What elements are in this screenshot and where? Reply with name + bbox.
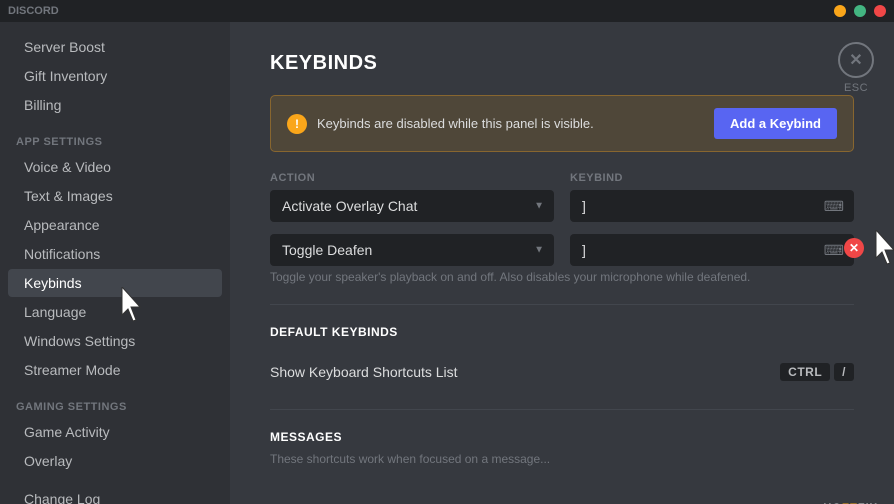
sidebar-item-server-boost[interactable]: Server Boost: [8, 33, 222, 61]
default-keybind-row-1: Show Keyboard Shortcuts List CTRL /: [270, 355, 854, 389]
action-select-1-wrapper: Activate Overlay Chat Toggle Deafen Togg…: [270, 190, 554, 222]
app-title: DISCORD: [8, 5, 59, 17]
key-ctrl: CTRL: [780, 363, 830, 381]
sidebar-item-notifications[interactable]: Notifications: [8, 240, 222, 268]
keybind-input-2[interactable]: [570, 234, 854, 266]
app-settings-label: APP SETTINGS: [0, 120, 230, 152]
main-content: ✕ ESC KEYBINDS ! Keybinds are disabled w…: [230, 22, 894, 504]
close-button[interactable]: ✕: [874, 5, 886, 17]
warning-text: Keybinds are disabled while this panel i…: [317, 116, 704, 131]
sidebar-item-voice-video[interactable]: Voice & Video: [8, 153, 222, 181]
page-title: KEYBINDS: [270, 52, 854, 75]
keybind-row-2: Activate Overlay Chat Toggle Deafen Togg…: [270, 234, 854, 266]
toggle-description: Toggle your speaker's playback on and of…: [270, 270, 854, 284]
keyboard-icon-2: ⌨: [824, 242, 844, 259]
sidebar-item-text-images[interactable]: Text & Images: [8, 182, 222, 210]
maximize-button[interactable]: □: [854, 5, 866, 17]
messages-title: MESSAGES: [270, 430, 854, 444]
keybind-badge-1: CTRL /: [780, 363, 854, 381]
default-keybind-label-1: Show Keyboard Shortcuts List: [270, 364, 458, 380]
messages-desc: These shortcuts work when focused on a m…: [270, 452, 854, 466]
default-keybinds-title: DEFAULT KEYBINDS: [270, 304, 854, 339]
close-circle-icon[interactable]: ✕: [838, 42, 874, 78]
sidebar-item-change-log[interactable]: Change Log: [8, 485, 222, 504]
sidebar-item-overlay[interactable]: Overlay: [8, 447, 222, 475]
keyboard-icon-1: ⌨: [824, 198, 844, 215]
esc-label: ESC: [844, 82, 868, 94]
keybind-row-2-container: Activate Overlay Chat Toggle Deafen Togg…: [270, 234, 854, 266]
warning-icon: !: [287, 114, 307, 134]
keybind-col-header: KEYBIND: [570, 172, 854, 184]
sidebar-item-language[interactable]: Language: [8, 298, 222, 326]
gaming-settings-label: GAMING SETTINGS: [0, 385, 230, 417]
sidebar-item-windows-settings[interactable]: Windows Settings: [8, 327, 222, 355]
add-keybind-button[interactable]: Add a Keybind: [714, 108, 837, 139]
keybind-column-headers: ACTION KEYBIND: [270, 172, 854, 184]
sidebar-item-streamer-mode[interactable]: Streamer Mode: [8, 356, 222, 384]
action-select-2[interactable]: Activate Overlay Chat Toggle Deafen Togg…: [270, 234, 554, 266]
sidebar-item-game-activity[interactable]: Game Activity: [8, 418, 222, 446]
keybind-input-2-wrapper: ⌨: [570, 234, 854, 266]
keybind-input-1-wrapper: ⌨: [570, 190, 854, 222]
window-controls: — □ ✕: [834, 5, 886, 17]
sidebar-item-billing[interactable]: Billing: [8, 91, 222, 119]
sidebar-item-gift-inventory[interactable]: Gift Inventory: [8, 62, 222, 90]
action-select-2-wrapper: Activate Overlay Chat Toggle Deafen Togg…: [270, 234, 554, 266]
warning-banner: ! Keybinds are disabled while this panel…: [270, 95, 854, 152]
sidebar: Server Boost Gift Inventory Billing APP …: [0, 22, 230, 504]
minimize-button[interactable]: —: [834, 5, 846, 17]
delete-keybind-button[interactable]: ✕: [844, 238, 864, 258]
titlebar: DISCORD — □ ✕: [0, 0, 894, 22]
close-esc-button[interactable]: ✕ ESC: [838, 42, 874, 94]
keybind-row-1: Activate Overlay Chat Toggle Deafen Togg…: [270, 190, 854, 222]
cursor-delete-icon: [872, 230, 894, 266]
sidebar-item-appearance[interactable]: Appearance: [8, 211, 222, 239]
key-slash: /: [834, 363, 854, 381]
action-select-1[interactable]: Activate Overlay Chat Toggle Deafen Togg…: [270, 190, 554, 222]
action-col-header: ACTION: [270, 172, 554, 184]
sidebar-item-keybinds[interactable]: Keybinds: [8, 269, 222, 297]
keybind-input-1[interactable]: [570, 190, 854, 222]
messages-section: MESSAGES These shortcuts work when focus…: [270, 409, 854, 466]
